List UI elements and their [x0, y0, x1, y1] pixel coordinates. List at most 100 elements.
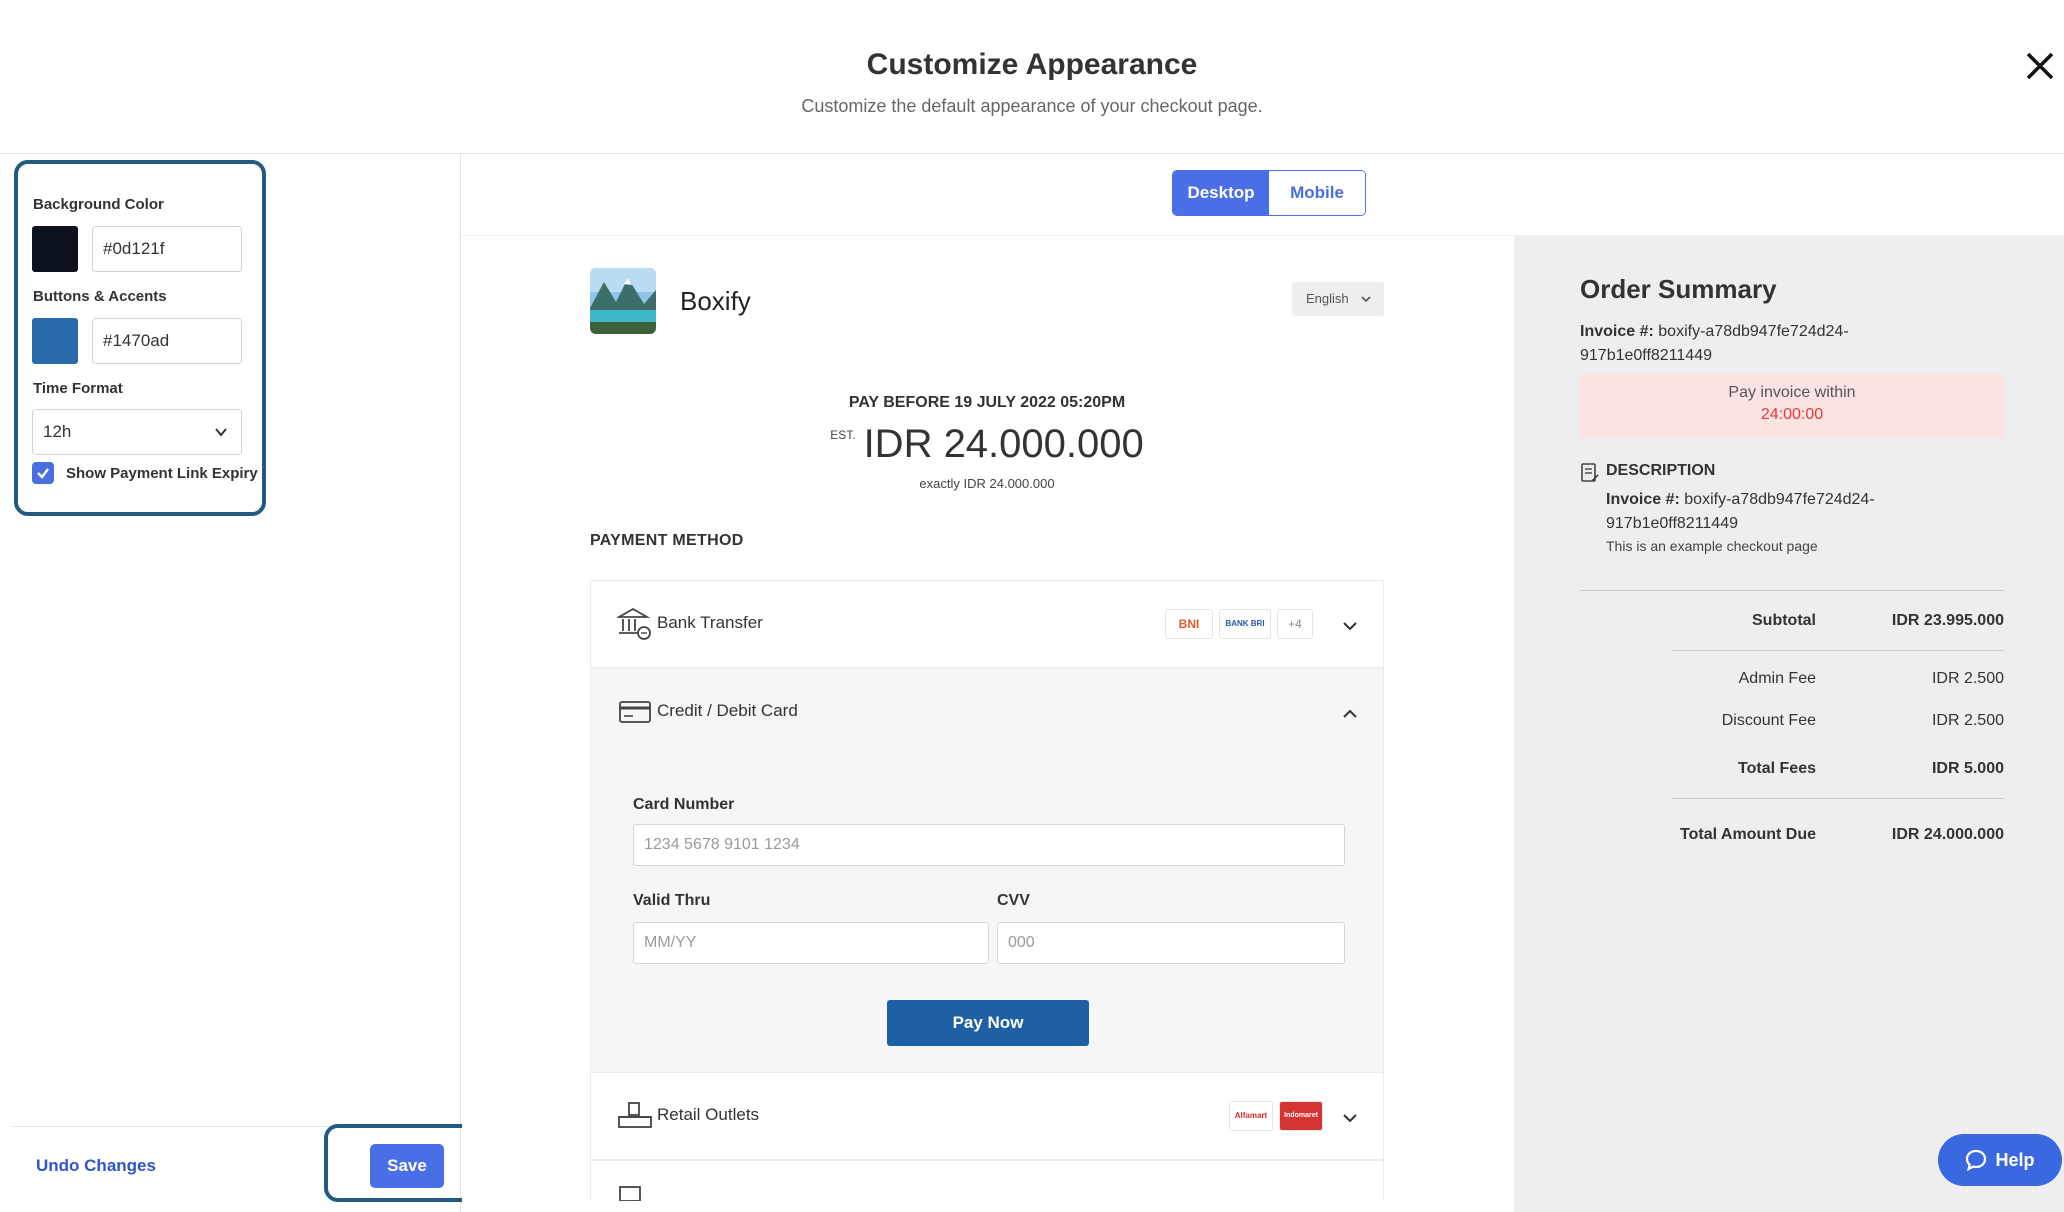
pay-within-label: Pay invoice within	[1728, 384, 1856, 401]
method-bank-transfer[interactable]: Bank Transfer BNI BANK BRI +4	[590, 580, 1384, 668]
payment-method-title: PAYMENT METHOD	[590, 532, 744, 549]
method-retail-outlets[interactable]: Retail Outlets Alfamart Indomaret	[590, 1072, 1384, 1160]
pay-now-button[interactable]: Pay Now	[887, 1000, 1089, 1046]
method-next-row[interactable]	[590, 1160, 1384, 1201]
bank-badge-bni: BNI	[1165, 609, 1213, 639]
brand-logo	[590, 268, 656, 334]
subtotal-label: Subtotal	[1752, 612, 1816, 629]
card-number-label: Card Number	[633, 796, 735, 813]
summary-divider	[1672, 798, 2004, 799]
chevron-down-icon	[1361, 296, 1371, 303]
page-subtitle: Customize the default appearance of your…	[801, 96, 1263, 116]
invoice-number: Invoice #: boxify-a78db947fe724d24-917b1…	[1580, 320, 1940, 368]
undo-changes-link[interactable]: Undo Changes	[36, 1156, 156, 1176]
total-due-row: Total Amount Due IDR 24.000.000	[1580, 826, 2004, 848]
total-due-value: IDR 24.000.000	[1891, 826, 2004, 843]
chevron-up-icon[interactable]	[1341, 705, 1359, 723]
background-color-label: Background Color	[33, 196, 164, 213]
pay-before-deadline: PAY BEFORE 19 JULY 2022 05:20PM	[848, 394, 1126, 411]
pay-within-box: Pay invoice within 24:00:00	[1580, 374, 2004, 438]
total-due-label: Total Amount Due	[1680, 826, 1816, 843]
show-expiry-row[interactable]: Show Payment Link Expiry	[32, 460, 258, 486]
description-invoice-label: Invoice #:	[1606, 491, 1680, 508]
description-note: This is an example checkout page	[1606, 538, 1818, 554]
amount-value: IDR 24.000.000	[863, 422, 1144, 466]
summary-divider	[1672, 650, 2004, 651]
modal-header: Customize Appearance Customize the defau…	[0, 0, 2064, 154]
total-fees-row: Total Fees IDR 5.000	[1580, 760, 2004, 782]
subtotal-value: IDR 23.995.000	[1891, 612, 2004, 629]
bank-badge-bri: BANK BRI	[1219, 609, 1271, 639]
total-fees-value: IDR 5.000	[1931, 760, 2004, 777]
method-card[interactable]: Credit / Debit Card	[590, 668, 1384, 756]
bank-transfer-label: Bank Transfer	[657, 613, 763, 632]
chevron-down-icon	[215, 428, 227, 437]
background-color-input[interactable]: #0d121f	[92, 226, 242, 272]
est-label: EST.	[830, 428, 856, 442]
show-expiry-label: Show Payment Link Expiry	[66, 464, 258, 482]
bank-badge-more: +4	[1277, 609, 1313, 639]
cvv-label: CVV	[997, 892, 1030, 909]
invoice-label: Invoice #:	[1580, 323, 1654, 340]
store-counter-icon	[618, 1102, 652, 1128]
discount-fee-row: Discount Fee IDR 2.500	[1580, 712, 2004, 734]
time-format-value: 12h	[43, 422, 72, 441]
checkout-preview: Boxify English PAY BEFORE 19 JULY 2022 0…	[462, 236, 1514, 1212]
help-button[interactable]: Help	[1938, 1134, 2062, 1186]
language-select[interactable]: English	[1292, 282, 1384, 316]
mountain-lake-image	[590, 268, 656, 334]
discount-fee-value: IDR 2.500	[1931, 712, 2004, 729]
amount-display: EST. IDR 24.000.000	[590, 422, 1384, 467]
description-invoice: Invoice #: boxify-a78db947fe724d24-917b1…	[1606, 488, 1936, 536]
chevron-down-icon[interactable]	[1341, 1109, 1359, 1127]
credit-card-icon	[619, 701, 651, 723]
tab-mobile[interactable]: Mobile	[1269, 171, 1365, 215]
valid-thru-label: Valid Thru	[633, 892, 711, 909]
card-form: Card Number 1234 5678 9101 1234 Valid Th…	[590, 756, 1384, 1072]
card-number-input[interactable]: 1234 5678 9101 1234	[633, 824, 1345, 866]
admin-fee-value: IDR 2.500	[1931, 670, 2004, 687]
order-summary-title: Order Summary	[1580, 274, 1777, 304]
subtotal-row: Subtotal IDR 23.995.000	[1580, 612, 2004, 634]
chat-bubble-icon	[1966, 1149, 1987, 1171]
appearance-settings-box: Background Color #0d121f Buttons & Accen…	[14, 160, 266, 516]
page-title: Customize Appearance	[866, 48, 1198, 81]
admin-fee-label: Admin Fee	[1738, 670, 1816, 687]
wallet-icon	[619, 1186, 641, 1201]
buttons-accents-label: Buttons & Accents	[33, 288, 167, 305]
document-edit-icon	[1581, 463, 1599, 482]
pay-within-timer: 24:00:00	[1760, 406, 1824, 423]
description-title: DESCRIPTION	[1606, 462, 1716, 479]
language-value: English	[1306, 291, 1349, 306]
view-toggle-bar: Desktop Mobile	[462, 154, 2064, 236]
valid-thru-input[interactable]: MM/YY	[633, 922, 989, 964]
retail-badge-indomaret: Indomaret	[1279, 1101, 1323, 1131]
buttons-accents-swatch[interactable]	[32, 318, 78, 364]
close-button[interactable]	[2020, 46, 2060, 86]
discount-fee-label: Discount Fee	[1721, 712, 1816, 729]
cvv-input[interactable]: 000	[997, 922, 1345, 964]
help-label: Help	[1995, 1149, 2035, 1170]
tab-desktop[interactable]: Desktop	[1173, 171, 1269, 215]
chevron-down-icon[interactable]	[1341, 617, 1359, 635]
buttons-accents-input[interactable]: #1470ad	[92, 318, 242, 364]
time-format-label: Time Format	[33, 380, 123, 397]
retail-outlets-label: Retail Outlets	[657, 1105, 760, 1124]
admin-fee-row: Admin Fee IDR 2.500	[1580, 670, 2004, 692]
save-button[interactable]: Save	[370, 1144, 444, 1188]
total-fees-label: Total Fees	[1738, 760, 1816, 777]
close-icon	[2026, 52, 2054, 80]
card-label: Credit / Debit Card	[657, 701, 798, 720]
checkmark-icon	[37, 468, 49, 479]
order-summary: Order Summary Invoice #: boxify-a78db947…	[1514, 236, 2064, 1212]
summary-divider	[1580, 590, 2004, 591]
brand-name: Boxify	[680, 286, 751, 316]
background-color-swatch[interactable]	[32, 226, 78, 272]
view-toggle: Desktop Mobile	[1172, 170, 1366, 216]
settings-panel: Background Color #0d121f Buttons & Accen…	[0, 154, 461, 1212]
time-format-select[interactable]: 12h	[32, 409, 242, 455]
show-expiry-checkbox[interactable]	[32, 462, 54, 484]
exact-amount: exactly IDR 24.000.000	[919, 476, 1055, 491]
retail-badge-alfamart: Alfamart	[1229, 1101, 1273, 1131]
bank-icon	[617, 607, 651, 640]
